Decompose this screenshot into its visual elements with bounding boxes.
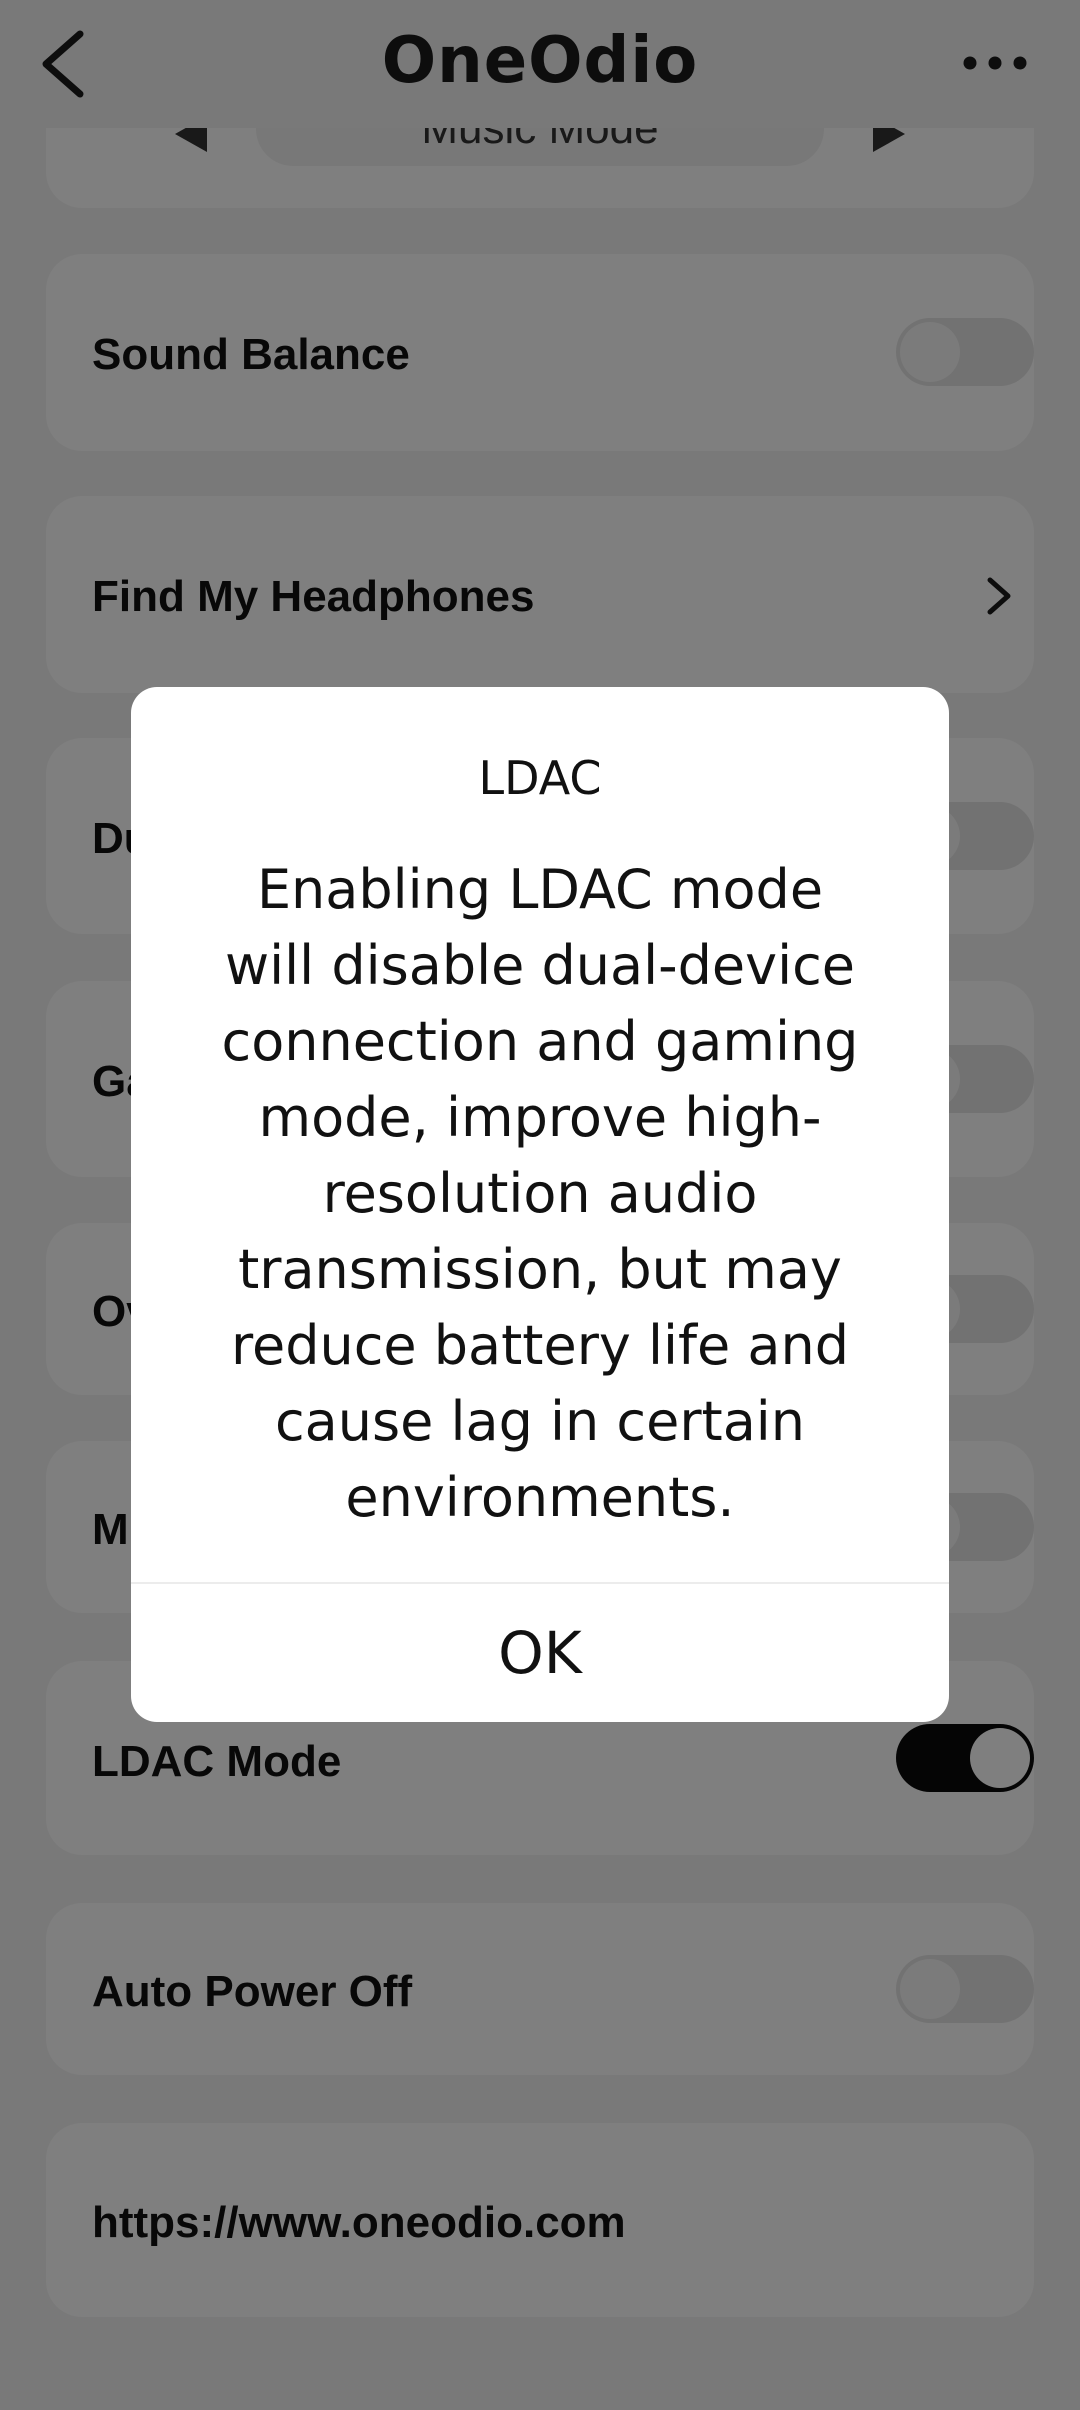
ok-button[interactable]: OK <box>131 1584 949 1722</box>
ldac-dialog: LDAC Enabling LDAC mode will disable dua… <box>131 687 949 1722</box>
dialog-title: LDAC <box>478 751 602 805</box>
dialog-message: Enabling LDAC mode will disable dual-dev… <box>221 858 859 1529</box>
